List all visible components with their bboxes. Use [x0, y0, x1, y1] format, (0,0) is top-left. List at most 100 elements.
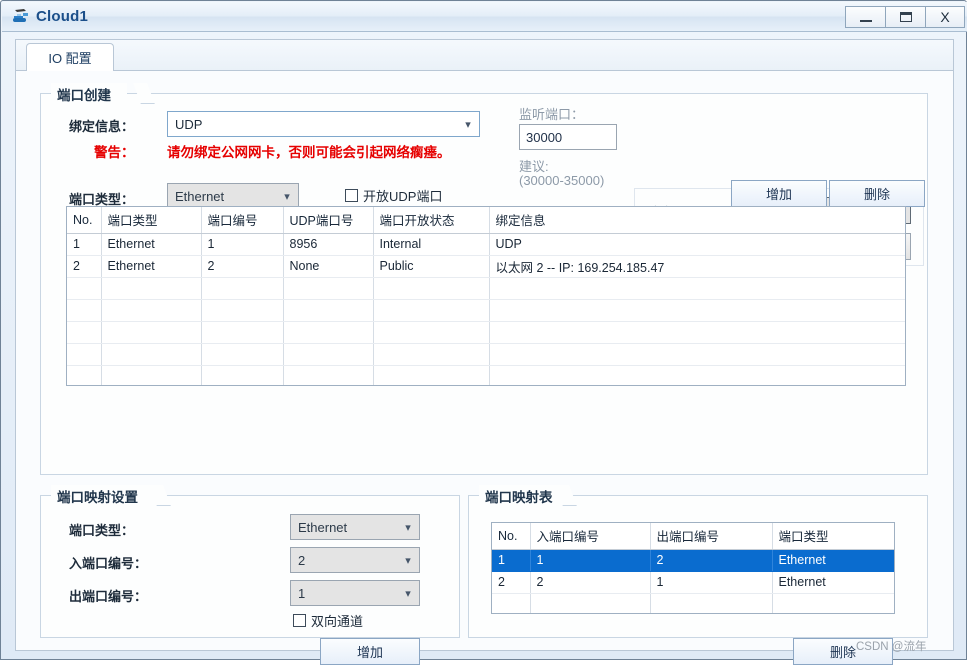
column-header[interactable]: 绑定信息 — [489, 207, 905, 234]
in-port-combobox[interactable]: 2 ▾ — [290, 547, 420, 573]
io-config-panel: 端口创建 绑定信息： UDP ▾ 警告： 请勿绑定公网网卡，否则可能会引起网络瘸… — [16, 71, 953, 665]
table-cell — [67, 365, 102, 385]
cloud-device-icon — [13, 9, 28, 22]
port-mapping-settings-legend: 端口映射设置 — [51, 485, 154, 506]
table-cell: 2 — [530, 571, 651, 594]
binding-info-combobox[interactable]: UDP ▾ — [167, 111, 480, 137]
table-row[interactable]: 2 Ethernet 2 None Public 以太网 2 -- IP: 169.254… — [67, 255, 905, 278]
port-list-table: No. 端口类型 端口编号 UDP端口号 端口开放状态 绑定信息 1 Ethernet 1 89… — [67, 207, 905, 385]
table-cell — [373, 321, 490, 344]
out-port-combobox[interactable]: 1 ▾ — [290, 580, 420, 606]
table-cell — [772, 593, 894, 613]
table-cell — [373, 299, 490, 322]
out-port-label: 出端口编号： — [69, 589, 148, 604]
port-create-legend: 端口创建 — [51, 83, 127, 104]
bidirectional-checkbox[interactable]: 双向通道 — [293, 611, 363, 630]
table-cell: 2 — [650, 549, 773, 572]
add-port-button[interactable]: 增加 — [731, 180, 827, 207]
column-header[interactable]: 端口编号 — [201, 207, 284, 234]
legend-fold — [133, 83, 155, 104]
table-cell: 以太网 2 -- IP: 169.254.185.47 — [489, 255, 905, 278]
table-cell — [67, 277, 102, 300]
table-cell: 8956 — [283, 233, 374, 256]
table-cell: Public — [373, 255, 490, 278]
maximize-button[interactable] — [885, 6, 925, 28]
chevron-down-icon: ▾ — [405, 587, 411, 600]
table-row-empty[interactable] — [67, 277, 905, 300]
table-row-empty[interactable] — [67, 299, 905, 322]
table-row-empty[interactable] — [67, 343, 905, 366]
warning-label: 警告： — [94, 145, 135, 160]
map-port-type-value: Ethernet — [298, 519, 348, 535]
bidirectional-label: 双向通道 — [311, 614, 364, 629]
table-cell — [373, 365, 490, 385]
table-cell: 2 — [492, 571, 531, 594]
table-cell — [201, 343, 284, 366]
column-header[interactable]: UDP端口号 — [283, 207, 374, 234]
column-header[interactable]: No. — [67, 207, 102, 234]
checkbox-box — [293, 614, 306, 627]
table-row-empty[interactable] — [67, 365, 905, 385]
table-cell — [489, 365, 905, 385]
table-cell — [283, 365, 374, 385]
table-cell — [530, 593, 651, 613]
table-cell — [650, 593, 773, 613]
mapping-table-wrapper[interactable]: No. 入端口编号 出端口编号 端口类型 1 1 2 Ethernet 2 2 1 Ethernet — [491, 522, 895, 614]
port-list-table-wrapper[interactable]: No. 端口类型 端口编号 UDP端口号 端口开放状态 绑定信息 1 Ethernet 1 89… — [66, 206, 906, 386]
minimize-button[interactable] — [845, 6, 885, 28]
chevron-down-icon: ▾ — [284, 190, 290, 203]
table-cell — [283, 299, 374, 322]
binding-info-value: UDP — [175, 116, 203, 132]
table-header-row: No. 端口类型 端口编号 UDP端口号 端口开放状态 绑定信息 — [67, 207, 905, 234]
column-header[interactable]: 端口开放状态 — [373, 207, 490, 234]
tab-io-config[interactable]: IO 配置 — [26, 43, 114, 72]
table-cell — [201, 299, 284, 322]
port-mapping-table-group: 端口映射表 No. 入端口编号 出端口编号 端口类型 1 1 2 Ethernet 2 2 1 Et… — [468, 485, 928, 665]
table-cell: Ethernet — [101, 233, 202, 256]
table-cell: 1 — [650, 571, 773, 594]
table-row-empty[interactable] — [492, 593, 894, 613]
window-content: IO 配置 端口创建 绑定信息： UDP ▾ 警告： 请勿绑定公网网卡，否则可能… — [15, 39, 954, 665]
map-port-type-label: 端口类型： — [69, 523, 135, 538]
table-row-empty[interactable] — [67, 321, 905, 344]
chevron-down-icon: ▾ — [405, 521, 411, 534]
table-cell — [489, 277, 905, 300]
table-cell: 2 — [201, 255, 284, 278]
column-header[interactable]: 端口类型 — [772, 523, 894, 550]
column-header[interactable]: 出端口编号 — [650, 523, 773, 550]
map-add-button[interactable]: 增加 — [320, 638, 420, 665]
table-cell — [201, 365, 284, 385]
table-cell — [101, 343, 202, 366]
delete-port-button[interactable]: 删除 — [829, 180, 925, 207]
table-cell — [201, 321, 284, 344]
open-udp-port-checkbox[interactable]: 开放UDP端口 — [345, 186, 442, 205]
column-header[interactable]: 端口类型 — [101, 207, 202, 234]
table-row[interactable]: 1 1 2 Ethernet — [492, 549, 894, 572]
table-cell — [373, 277, 490, 300]
table-cell: 2 — [67, 255, 102, 278]
table-cell — [101, 277, 202, 300]
in-port-label: 入端口编号： — [69, 556, 148, 571]
table-cell: 1 — [201, 233, 284, 256]
close-button[interactable]: X — [925, 6, 965, 28]
table-cell — [283, 343, 374, 366]
listen-port-label: 监听端口： — [519, 107, 585, 122]
table-cell: 1 — [67, 233, 102, 256]
column-header[interactable]: No. — [492, 523, 531, 550]
table-cell — [101, 299, 202, 322]
table-cell — [489, 321, 905, 344]
table-cell — [283, 321, 374, 344]
title-bar: Cloud1 X — [2, 2, 967, 32]
table-row[interactable]: 1 Ethernet 1 8956 Internal UDP — [67, 233, 905, 256]
table-cell: Internal — [373, 233, 490, 256]
map-port-type-combobox[interactable]: Ethernet ▾ — [290, 514, 420, 540]
table-cell: 1 — [530, 549, 651, 572]
table-row[interactable]: 2 2 1 Ethernet — [492, 571, 894, 594]
port-mapping-table-legend: 端口映射表 — [479, 485, 569, 506]
table-cell: None — [283, 255, 374, 278]
watermark: CSDN @流年 — [856, 641, 927, 653]
out-port-value: 1 — [298, 585, 306, 601]
listen-port-input[interactable]: 30000 — [519, 124, 617, 150]
table-cell — [201, 277, 284, 300]
column-header[interactable]: 入端口编号 — [530, 523, 651, 550]
